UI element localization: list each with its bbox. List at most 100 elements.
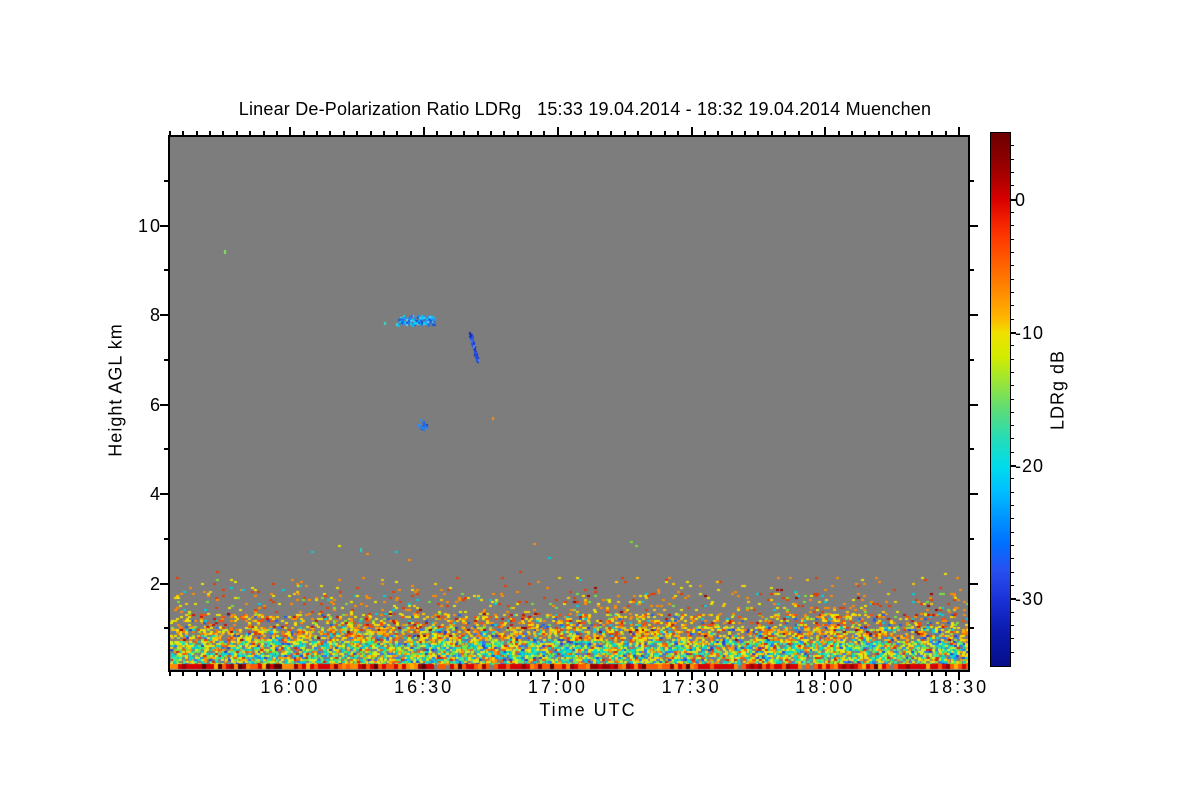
x-axis-minor-tick-top xyxy=(677,131,680,135)
x-axis-minor-tick-top xyxy=(931,131,934,135)
x-axis-minor-tick xyxy=(463,672,466,676)
colorbar-tick-label: -30 xyxy=(1015,589,1045,610)
x-axis-major-tick-top xyxy=(958,127,961,135)
x-axis-minor-tick-top xyxy=(770,131,773,135)
x-axis-minor-tick xyxy=(275,672,278,676)
x-axis-minor-tick xyxy=(262,672,265,676)
x-axis-minor-tick-top xyxy=(810,131,813,135)
x-axis-minor-tick xyxy=(489,672,492,676)
colorbar-minor-tick xyxy=(1011,505,1014,507)
x-axis-minor-tick-top xyxy=(543,131,546,135)
x-axis-major-tick-top xyxy=(690,127,693,135)
colorbar-tick-label: -20 xyxy=(1015,456,1045,477)
x-axis-minor-tick-top xyxy=(877,131,880,135)
x-axis-minor-tick xyxy=(543,672,546,676)
x-axis-minor-tick-top xyxy=(944,131,947,135)
y-axis-minor-tick xyxy=(164,537,168,540)
colorbar-minor-tick xyxy=(1011,238,1014,240)
x-axis-minor-tick xyxy=(302,672,305,676)
x-axis-minor-tick-top xyxy=(316,131,319,135)
colorbar-minor-tick xyxy=(1011,385,1014,387)
x-axis-minor-tick-top xyxy=(650,131,653,135)
colorbar-minor-tick xyxy=(1011,318,1014,320)
x-axis-minor-tick xyxy=(797,672,800,676)
x-axis-minor-tick xyxy=(583,672,586,676)
colorbar-minor-tick xyxy=(1011,558,1014,560)
colorbar-minor-tick xyxy=(1011,291,1014,293)
y-axis-minor-tick xyxy=(164,627,168,630)
plot-frame xyxy=(168,135,970,672)
x-axis-minor-tick-top xyxy=(730,131,733,135)
y-axis-minor-tick-right xyxy=(970,537,974,540)
x-axis-minor-tick-top xyxy=(275,131,278,135)
x-axis-minor-tick xyxy=(235,672,238,676)
x-axis-minor-tick-top xyxy=(503,131,506,135)
x-axis-minor-tick xyxy=(596,672,599,676)
x-axis-minor-tick xyxy=(931,672,934,676)
colorbar-minor-tick xyxy=(1011,478,1014,480)
colorbar-gradient xyxy=(991,133,1010,666)
x-axis-minor-tick xyxy=(810,672,813,676)
colorbar-minor-tick xyxy=(1011,145,1014,147)
x-axis-minor-tick xyxy=(757,672,760,676)
x-axis-minor-tick-top xyxy=(757,131,760,135)
x-axis-minor-tick xyxy=(703,672,706,676)
x-axis-major-tick-top xyxy=(289,127,292,135)
x-axis-minor-tick-top xyxy=(610,131,613,135)
y-axis-major-tick-right xyxy=(970,403,978,406)
x-axis-minor-tick-top xyxy=(169,131,171,135)
x-axis-minor-tick-top xyxy=(583,131,586,135)
x-axis-minor-tick xyxy=(436,672,439,676)
colorbar-minor-tick xyxy=(1011,171,1014,173)
x-axis-minor-tick-top xyxy=(864,131,867,135)
x-axis-minor-tick xyxy=(342,672,345,676)
x-axis-minor-tick xyxy=(730,672,733,676)
x-axis-minor-tick xyxy=(209,672,212,676)
y-axis-major-tick-right xyxy=(970,314,978,316)
x-axis-minor-tick-top xyxy=(476,131,479,135)
colorbar-minor-tick xyxy=(1011,265,1014,267)
x-axis-minor-tick-top xyxy=(530,131,533,135)
y-axis-minor-tick xyxy=(164,448,168,451)
x-axis-minor-tick-top xyxy=(637,131,640,135)
x-axis-minor-tick xyxy=(316,672,319,676)
x-axis-minor-tick xyxy=(851,672,854,676)
x-axis-minor-tick-top xyxy=(489,131,492,135)
x-axis-minor-tick-top xyxy=(449,131,452,135)
x-axis-tick-label: 18:00 xyxy=(795,677,856,697)
x-axis-minor-tick xyxy=(770,672,773,676)
x-axis-minor-tick xyxy=(169,672,171,676)
y-axis-minor-tick-right xyxy=(970,448,974,451)
x-axis-minor-tick-top xyxy=(837,131,840,135)
y-axis-minor-tick-right xyxy=(970,269,974,272)
y-axis-minor-tick xyxy=(164,269,168,272)
x-axis-tick-label: 17:30 xyxy=(661,677,722,697)
x-axis-minor-tick-top xyxy=(917,131,920,135)
x-axis-minor-tick-top xyxy=(222,131,225,135)
x-axis-minor-tick xyxy=(744,672,747,676)
colorbar-minor-tick xyxy=(1011,611,1014,613)
colorbar xyxy=(990,132,1011,667)
x-axis-minor-tick xyxy=(476,672,479,676)
y-axis-major-tick-right xyxy=(970,224,978,227)
x-axis-label: Time UTC xyxy=(539,700,637,720)
y-axis-major-tick-right xyxy=(970,493,978,495)
x-axis-minor-tick xyxy=(449,672,452,676)
heatmap-canvas xyxy=(170,137,968,670)
x-axis-minor-tick-top xyxy=(356,131,359,135)
y-axis-tick-label: 4 xyxy=(149,484,162,504)
x-axis-minor-tick xyxy=(891,672,894,676)
colorbar-minor-tick xyxy=(1011,358,1014,360)
x-axis-minor-tick xyxy=(182,672,185,676)
x-axis-minor-tick xyxy=(944,672,947,676)
x-axis-minor-tick xyxy=(530,672,533,676)
x-axis-minor-tick xyxy=(717,672,720,676)
x-axis-minor-tick xyxy=(917,672,920,676)
x-axis-minor-tick xyxy=(784,672,787,676)
x-axis-minor-tick-top xyxy=(851,131,854,135)
y-axis-minor-tick-right xyxy=(970,179,974,182)
x-axis-minor-tick xyxy=(877,672,880,676)
x-axis-minor-tick xyxy=(409,672,412,676)
x-axis-minor-tick-top xyxy=(463,131,466,135)
colorbar-minor-tick xyxy=(1011,251,1014,253)
